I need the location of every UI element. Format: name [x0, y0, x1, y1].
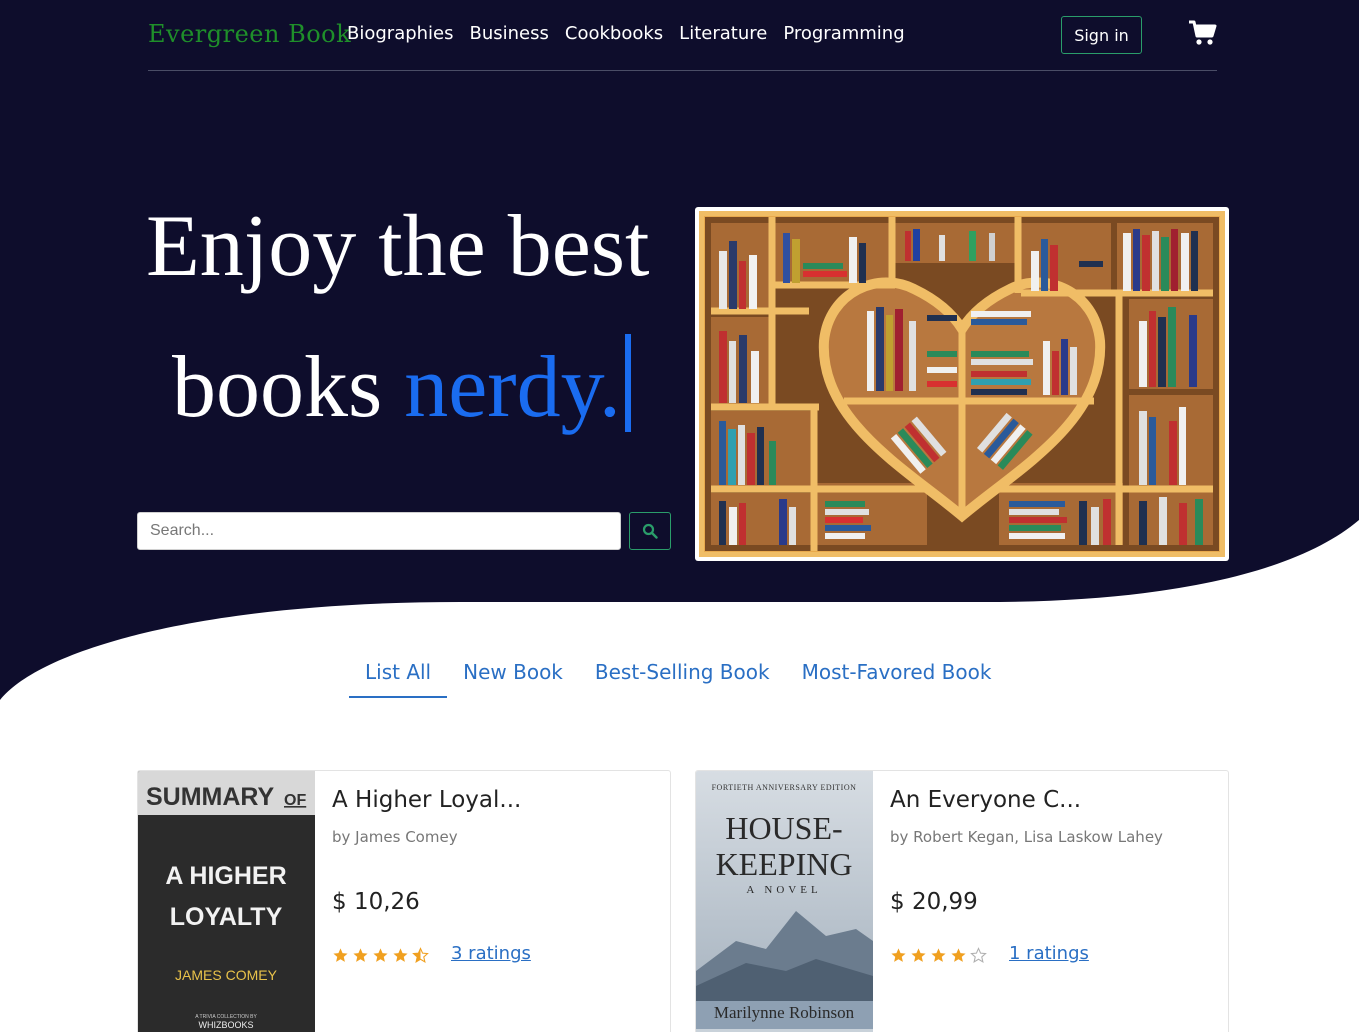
- star-icon: [911, 948, 926, 962]
- search-bar: [137, 512, 671, 550]
- cover-summary-text: SUMMARY: [146, 783, 275, 811]
- typing-caret: [624, 334, 631, 432]
- book-card[interactable]: SUMMARY OF A HIGHER LOYALTY JAMES COMEY …: [137, 770, 671, 1032]
- cover-title-line-2: KEEPING: [716, 846, 853, 882]
- category-nav: Biographies Business Cookbooks Literatur…: [347, 23, 905, 44]
- hero-bookshelf-image: [695, 207, 1229, 561]
- book-price: $ 20,99: [890, 889, 978, 915]
- tab-new-book[interactable]: New Book: [447, 652, 579, 698]
- search-icon: [642, 523, 658, 539]
- book-card[interactable]: FORTIETH ANNIVERSARY EDITION HOUSE- KEEP…: [695, 770, 1229, 1032]
- cart-icon[interactable]: [1188, 18, 1218, 48]
- brand-logo[interactable]: Evergreen Book: [148, 20, 351, 48]
- book-filter-tabs: List All New Book Best-Selling Book Most…: [349, 652, 1007, 698]
- search-input[interactable]: [137, 512, 621, 550]
- hero-line-1: Enjoy the best: [146, 198, 650, 295]
- nav-link-biographies[interactable]: Biographies: [347, 23, 454, 44]
- nav-link-business[interactable]: Business: [470, 23, 549, 44]
- cover-publisher: WHIZBOOKS: [198, 1020, 253, 1030]
- book-author: by Robert Kegan, Lisa Laskow Lahey: [890, 828, 1163, 846]
- star-rating: [332, 947, 429, 964]
- nav-link-literature[interactable]: Literature: [679, 23, 767, 44]
- cover-of-text: OF: [284, 792, 306, 809]
- star-icon: [931, 948, 946, 962]
- star-icon: [333, 948, 348, 962]
- book-author: by James Comey: [332, 828, 458, 846]
- star-half-icon: [412, 947, 429, 963]
- cover-author: Marilynne Robinson: [714, 1003, 855, 1022]
- book-price: $ 10,26: [332, 889, 420, 915]
- book-cover-image[interactable]: SUMMARY OF A HIGHER LOYALTY JAMES COMEY …: [138, 771, 315, 1032]
- tab-list-all[interactable]: List All: [349, 652, 448, 698]
- sign-in-button[interactable]: Sign in: [1061, 16, 1142, 54]
- hero-line-2: books nerdy.: [172, 334, 631, 438]
- star-icon: [951, 948, 966, 962]
- star-rating: [890, 947, 987, 964]
- cover-title-line-1: A HIGHER: [165, 862, 286, 890]
- cover-title-line-2: LOYALTY: [170, 903, 283, 931]
- nav-link-cookbooks[interactable]: Cookbooks: [565, 23, 663, 44]
- cover-edition-text: FORTIETH ANNIVERSARY EDITION: [712, 783, 857, 792]
- ratings-link[interactable]: 3 ratings: [451, 943, 531, 964]
- tab-best-selling-book[interactable]: Best-Selling Book: [579, 652, 786, 698]
- cover-title-line-1: HOUSE-: [725, 810, 842, 846]
- hero-word-plain: books: [172, 339, 383, 436]
- book-title[interactable]: An Everyone C...: [890, 787, 1081, 813]
- book-title[interactable]: A Higher Loyal...: [332, 787, 521, 813]
- star-icon: [373, 948, 388, 962]
- cover-subtitle: A NOVEL: [746, 884, 821, 896]
- hero-word-accent: nerdy.: [404, 339, 621, 436]
- star-icon: [393, 948, 408, 962]
- nav-link-programming[interactable]: Programming: [783, 23, 904, 44]
- top-navbar: Evergreen Book Biographies Business Cook…: [148, 0, 1217, 71]
- ratings-link[interactable]: 1 ratings: [1009, 943, 1089, 964]
- book-cover-image[interactable]: FORTIETH ANNIVERSARY EDITION HOUSE- KEEP…: [696, 771, 873, 1032]
- star-icon: [353, 948, 368, 962]
- search-button[interactable]: [629, 512, 671, 550]
- star-icon: [891, 948, 906, 962]
- cover-author: JAMES COMEY: [175, 967, 278, 983]
- star-empty-icon: [970, 947, 987, 963]
- tab-most-favored-book[interactable]: Most-Favored Book: [786, 652, 1008, 698]
